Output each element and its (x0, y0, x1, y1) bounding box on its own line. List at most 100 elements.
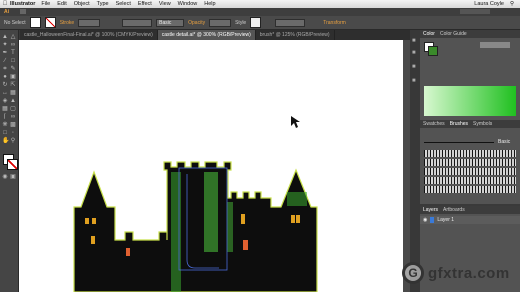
document-setup-button[interactable] (275, 18, 306, 27)
right-spire-texture (287, 192, 307, 206)
menu-select[interactable]: Select (116, 1, 131, 7)
menu-file[interactable]: File (41, 1, 50, 7)
graph-tool-icon[interactable]: ▩ (10, 122, 16, 128)
menu-window[interactable]: Window (178, 1, 198, 7)
scale-tool-icon[interactable]: ⇱ (10, 82, 16, 88)
menu-effect[interactable]: Effect (138, 1, 152, 7)
panel-icon-3[interactable]: ■ (412, 64, 416, 70)
menu-type[interactable]: Type (97, 1, 109, 7)
color-spectrum[interactable] (424, 86, 516, 116)
document-tabs: castle_HalloweenFinal-Final.ai* @ 100% (… (20, 30, 410, 40)
magic-wand-icon[interactable]: ✦ (2, 42, 8, 48)
gradient-tool-icon[interactable]: ▢ (10, 106, 16, 112)
type-tool-icon[interactable]: T (10, 50, 16, 56)
mouse-cursor-icon (291, 116, 300, 128)
user-name[interactable]: Laura Coyle (474, 1, 504, 7)
fill-swatch[interactable] (29, 17, 41, 28)
tab-brushes[interactable]: Brushes (450, 121, 468, 127)
search-icon[interactable]: ⚲ (510, 1, 514, 7)
opacity-field[interactable] (209, 18, 232, 27)
opacity-label[interactable]: Opacity (188, 20, 205, 26)
tab-symbols[interactable]: Symbols (473, 121, 492, 127)
rotate-tool-icon[interactable]: ↻ (2, 82, 8, 88)
color-stroke-box[interactable] (428, 46, 438, 56)
menubar-status-area: Laura Coyle ⚲ (474, 1, 514, 7)
tab-castle-detail[interactable]: castle detail.ai* @ 300% (RGB/Preview) (157, 30, 256, 40)
panel-icon-2[interactable]: ■ (412, 50, 416, 56)
variable-width-field[interactable] (122, 18, 153, 27)
free-transform-icon[interactable]: ▦ (10, 90, 16, 96)
direct-selection-tool-icon[interactable]: △ (10, 34, 16, 40)
menu-view[interactable]: View (159, 1, 171, 7)
pen-tool-icon[interactable]: ✒ (2, 50, 8, 56)
stroke-weight-field[interactable] (78, 18, 101, 27)
basic-brush-label: Basic (498, 139, 511, 145)
menu-edit[interactable]: Edit (57, 1, 66, 7)
transform-label[interactable]: Transform (323, 20, 346, 26)
layer-name[interactable]: Layer 1 (437, 217, 454, 223)
workspace-switcher[interactable] (460, 9, 490, 14)
style-swatch[interactable] (250, 17, 262, 28)
tab-color[interactable]: Color (423, 31, 435, 37)
window-right-1 (241, 214, 245, 224)
window-right-2 (243, 240, 248, 250)
perspective-grid-icon[interactable]: ▲ (10, 98, 16, 104)
screen-mode-icon[interactable]: ▣ (10, 174, 16, 180)
pencil-tool-icon[interactable]: ✎ (10, 66, 16, 72)
tab-swatches[interactable]: Swatches (423, 121, 445, 127)
selection-tool-icon[interactable]: ▲ (2, 34, 8, 40)
symbol-sprayer-icon[interactable]: ❋ (2, 122, 8, 128)
vertical-scrollbar[interactable] (403, 40, 410, 292)
brush-item[interactable] (424, 177, 516, 184)
stroke-color-box[interactable] (7, 159, 18, 170)
menu-bar:  Illustrator File Edit Object Type Sele… (0, 0, 520, 8)
panel-icon-1[interactable]: ■ (412, 38, 416, 44)
panel-icon-4[interactable]: ■ (412, 78, 416, 84)
tab-brush[interactable]: brush* @ 125% (RGB/Preview) (256, 30, 335, 40)
artboard-canvas[interactable] (19, 40, 410, 292)
eyedropper-icon[interactable]: ⌈ (2, 114, 8, 120)
menu-help[interactable]: Help (204, 1, 215, 7)
mesh-tool-icon[interactable]: ▦ (2, 106, 8, 112)
blend-tool-icon[interactable]: ∞ (10, 114, 16, 120)
brush-item[interactable] (424, 168, 516, 175)
draw-mode-icon[interactable]: ◉ (2, 174, 8, 180)
artboard-tool-icon[interactable]: □ (2, 130, 8, 136)
hand-tool-icon[interactable]: ✋ (2, 138, 9, 144)
brushes-panel-tabs: Swatches Brushes Symbols (420, 120, 520, 128)
paintbrush-tool-icon[interactable]: ⌗ (2, 66, 8, 72)
tab-artboards[interactable]: Artboards (443, 207, 465, 213)
ai-logo: Ai (4, 9, 9, 15)
blob-brush-icon[interactable]: ● (2, 74, 8, 80)
menu-object[interactable]: Object (74, 1, 90, 7)
brushes-panel: Swatches Brushes Symbols Basic (420, 120, 520, 204)
tab-color-guide[interactable]: Color Guide (440, 31, 467, 37)
eraser-tool-icon[interactable]: ▣ (10, 74, 16, 80)
color-slider[interactable] (480, 42, 510, 48)
castle-silhouette[interactable] (73, 161, 318, 292)
stroke-swatch[interactable] (44, 17, 56, 28)
slice-tool-icon[interactable]: ◦ (10, 130, 16, 136)
basic-brush-row[interactable]: Basic (420, 138, 520, 148)
width-tool-icon[interactable]: ↔ (2, 90, 8, 96)
stroke-label[interactable]: Stroke (60, 20, 74, 26)
layer-row[interactable]: ◉ Layer 1 (420, 216, 520, 224)
brush-item[interactable] (424, 150, 516, 157)
brush-item[interactable] (424, 186, 516, 193)
line-tool-icon[interactable]: ∕ (2, 58, 8, 64)
window-mid-1 (126, 248, 130, 256)
rectangle-tool-icon[interactable]: □ (10, 58, 16, 64)
window-spire-1 (291, 215, 295, 223)
bridge-icon[interactable] (20, 9, 26, 14)
window-left-3 (91, 236, 95, 244)
tab-layers[interactable]: Layers (423, 207, 438, 213)
zoom-tool-icon[interactable]: ⚲ (10, 138, 16, 144)
eye-icon[interactable]: ◉ (423, 217, 427, 223)
shape-builder-icon[interactable]: ◈ (2, 98, 8, 104)
app-menu[interactable]: Illustrator (10, 1, 35, 7)
apple-icon[interactable]:  (0, 1, 10, 7)
brush-definition-field[interactable]: Basic (156, 18, 185, 27)
lasso-tool-icon[interactable]: ∞ (10, 42, 16, 48)
brush-item[interactable] (424, 159, 516, 166)
tab-castle-halloween[interactable]: castle_HalloweenFinal-Final.ai* @ 100% (… (20, 30, 158, 40)
